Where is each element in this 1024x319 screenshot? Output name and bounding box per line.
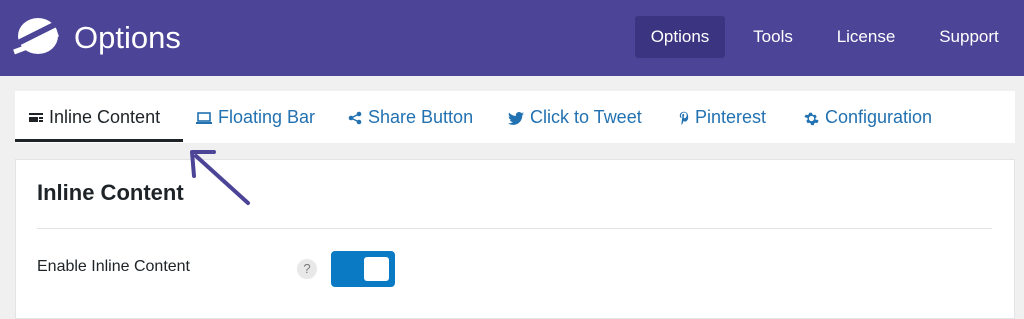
tab-pinterest[interactable]: Pinterest	[679, 91, 766, 143]
share-icon	[348, 111, 362, 125]
settings-tabs: Inline Content Floating Bar Share Button…	[15, 91, 1015, 143]
nav-support[interactable]: Support	[926, 16, 1012, 58]
top-header: Options Options Tools License Support	[0, 0, 1024, 76]
tab-label: Click to Tweet	[530, 107, 642, 127]
inline-content-icon	[29, 113, 43, 123]
nav-license[interactable]: License	[825, 16, 907, 58]
tab-label: Share Button	[368, 107, 474, 127]
pinterest-icon	[679, 112, 689, 126]
tab-label: Inline Content	[49, 107, 161, 127]
gear-icon	[804, 112, 819, 125]
toggle-knob	[364, 257, 389, 281]
tab-floating-bar[interactable]: Floating Bar	[196, 91, 315, 143]
panel-title: Inline Content	[37, 180, 184, 205]
tab-share-button[interactable]: Share Button	[348, 91, 473, 143]
twitter-icon	[508, 111, 524, 125]
settings-panel: Inline Content Enable Inline Content ?	[15, 159, 1015, 319]
tab-label: Pinterest	[695, 107, 767, 127]
tab-click-to-tweet[interactable]: Click to Tweet	[508, 91, 642, 143]
app-title: Options	[74, 20, 181, 55]
help-icon[interactable]: ?	[297, 259, 317, 279]
tab-label: Configuration	[825, 107, 933, 127]
active-tab-indicator	[15, 139, 183, 142]
tab-label: Floating Bar	[218, 107, 316, 127]
enable-inline-content-toggle[interactable]	[331, 251, 395, 287]
laptop-icon	[196, 111, 212, 124]
logo-icon	[13, 18, 62, 55]
tab-configuration[interactable]: Configuration	[804, 91, 932, 143]
tab-inline-content[interactable]: Inline Content	[29, 91, 160, 143]
divider	[37, 228, 992, 229]
nav-tools[interactable]: Tools	[743, 16, 803, 58]
nav-options[interactable]: Options	[635, 16, 725, 58]
setting-label: Enable Inline Content	[37, 258, 190, 275]
